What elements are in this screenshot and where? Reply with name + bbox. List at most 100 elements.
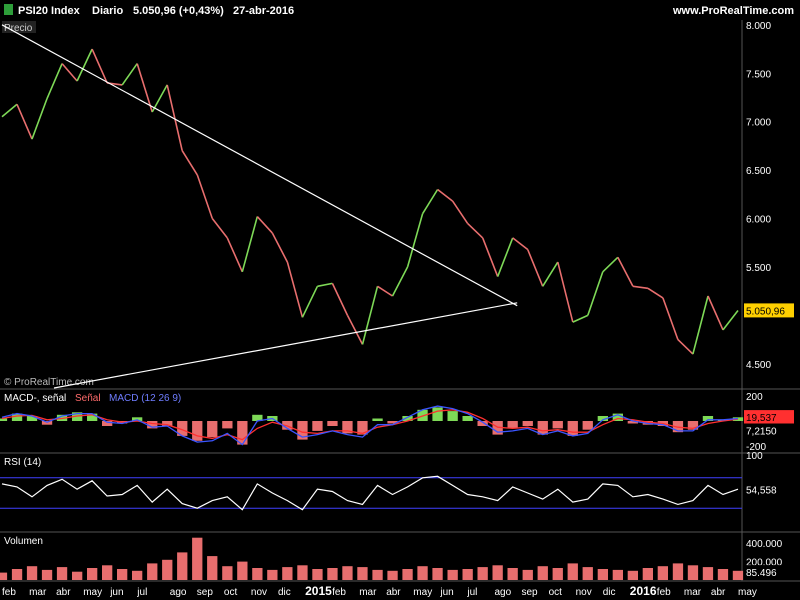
x-tick-label: jul [136, 587, 147, 598]
volume-bar [597, 569, 608, 580]
rsi-last-badge: 54,558 [746, 486, 777, 497]
volume-bar [192, 537, 203, 580]
x-tick-label: feb [332, 587, 346, 598]
price-axis: 8.000 7.500 7.000 6.500 6.000 5.500 4.500 5.050… [744, 21, 794, 371]
x-tick-label: 2016 [630, 584, 657, 598]
volume-bar [687, 565, 699, 580]
x-tick-label: may [413, 587, 432, 598]
macd-hist-bar [447, 411, 458, 421]
x-tick-label: dic [603, 587, 616, 598]
macd-hist-bar [192, 421, 203, 441]
volume-last-badge: 85.496 [746, 568, 777, 579]
volume-bar [297, 565, 308, 580]
chart-canvas: PSI20 Index Diario 5.050,96 (+0,43%) 27-… [0, 0, 800, 598]
macd-hist-bar [552, 421, 563, 429]
volume-bar [372, 569, 383, 580]
volume-bar [237, 561, 248, 580]
x-tick-label: feb [2, 587, 16, 598]
rsi-axis: 100 54,558 [744, 451, 794, 497]
x-tick-label: may [738, 587, 757, 598]
macd-signal-badge: 19,537 [746, 413, 777, 424]
macd-hist-bar [522, 421, 533, 426]
macd-hist-bar [567, 421, 578, 436]
macd-hist-bar [312, 421, 323, 431]
volume-bar [41, 569, 53, 580]
macd-hist-bar [222, 421, 233, 429]
volume-bar [507, 568, 518, 580]
volume-bar [72, 571, 83, 580]
volume-bar [582, 567, 593, 580]
x-tick-label: abr [56, 587, 71, 598]
x-tick-label: oct [224, 587, 238, 598]
macd-hist-bar [582, 421, 593, 430]
volume-bar [627, 570, 638, 580]
volume-bar [537, 566, 548, 580]
x-tick-label: may [83, 587, 102, 598]
volume-bar [0, 572, 8, 580]
volume-bar [717, 569, 729, 580]
header-quote: 5.050,96 (+0,43%) [133, 5, 224, 17]
volume-bar [612, 569, 623, 580]
price-axis-tick: 7.000 [746, 118, 771, 129]
volume-bar [447, 569, 458, 580]
volume-panel-label: Volumen [4, 536, 43, 547]
volume-bar [222, 566, 233, 580]
x-tick-label: jun [109, 587, 123, 598]
macd-hist-bar [237, 421, 248, 445]
x-tick-label: ago [170, 587, 187, 598]
price-panel [0, 20, 742, 388]
volume-bar [567, 563, 578, 580]
volume-bar [162, 559, 173, 580]
rsi-panel-label: RSI (14) [4, 457, 41, 468]
volume-bar [312, 569, 323, 580]
price-last-badge: 5.050,96 [746, 306, 785, 317]
price-axis-tick: 5.500 [746, 263, 771, 274]
macd-axis: 200-20019,5377,2150 [744, 392, 794, 453]
x-tick-label: oct [549, 587, 563, 598]
header-period: Diario [92, 5, 123, 17]
volume-bar [207, 556, 218, 580]
volume-bar [177, 552, 188, 580]
volume-bar [132, 570, 143, 580]
volume-bar [657, 566, 668, 580]
volume-bar [552, 568, 563, 580]
volume-bar [417, 566, 428, 580]
volume-axis: 400.000200.00085.496 [744, 539, 794, 580]
volume-bar [402, 569, 413, 580]
macd-hist-bar [327, 421, 338, 426]
macd-hist-bar [207, 421, 218, 438]
watermark: © ProRealTime.com [4, 377, 94, 388]
volume-bar [342, 566, 353, 580]
x-tick-label: mar [359, 587, 377, 598]
macd-value-badge: 7,2150 [746, 427, 777, 438]
price-axis-tick: 7.500 [746, 69, 771, 80]
price-axis-tick: 8.000 [746, 21, 771, 32]
x-tick-label: dic [278, 587, 291, 598]
x-tick-label: nov [251, 587, 267, 598]
x-tick-label: mar [684, 587, 702, 598]
macd-hist-bar [462, 416, 473, 421]
volume-axis-tick: 400.000 [746, 539, 783, 550]
x-tick-label: mar [29, 587, 47, 598]
macd-hist-bar [432, 407, 443, 421]
macd-panel-label-2: Señal [75, 393, 101, 404]
header-bar: PSI20 Index Diario 5.050,96 (+0,43%) 27-… [0, 0, 800, 20]
price-axis-tick: 4.500 [746, 360, 771, 371]
volume-bar [477, 567, 488, 580]
x-tick-label: abr [386, 587, 401, 598]
volume-bar [147, 563, 158, 580]
x-tick-label: sep [197, 587, 214, 598]
x-axis: feb mar abr may jun jul ago sep oct nov dic 2015 feb… [2, 584, 757, 598]
volume-bar [267, 569, 278, 580]
volume-bar [11, 569, 23, 580]
volume-bar [327, 568, 338, 580]
x-tick-label: feb [657, 587, 671, 598]
price-axis-tick: 6.500 [746, 166, 771, 177]
x-tick-label: abr [711, 587, 726, 598]
volume-bar [56, 567, 68, 580]
header-symbol: PSI20 Index [18, 5, 81, 17]
x-tick-label: jul [466, 587, 477, 598]
volume-bar [357, 567, 368, 580]
macd-panel-label-1: MACD-, señal [4, 393, 66, 404]
volume-bar [117, 569, 128, 580]
